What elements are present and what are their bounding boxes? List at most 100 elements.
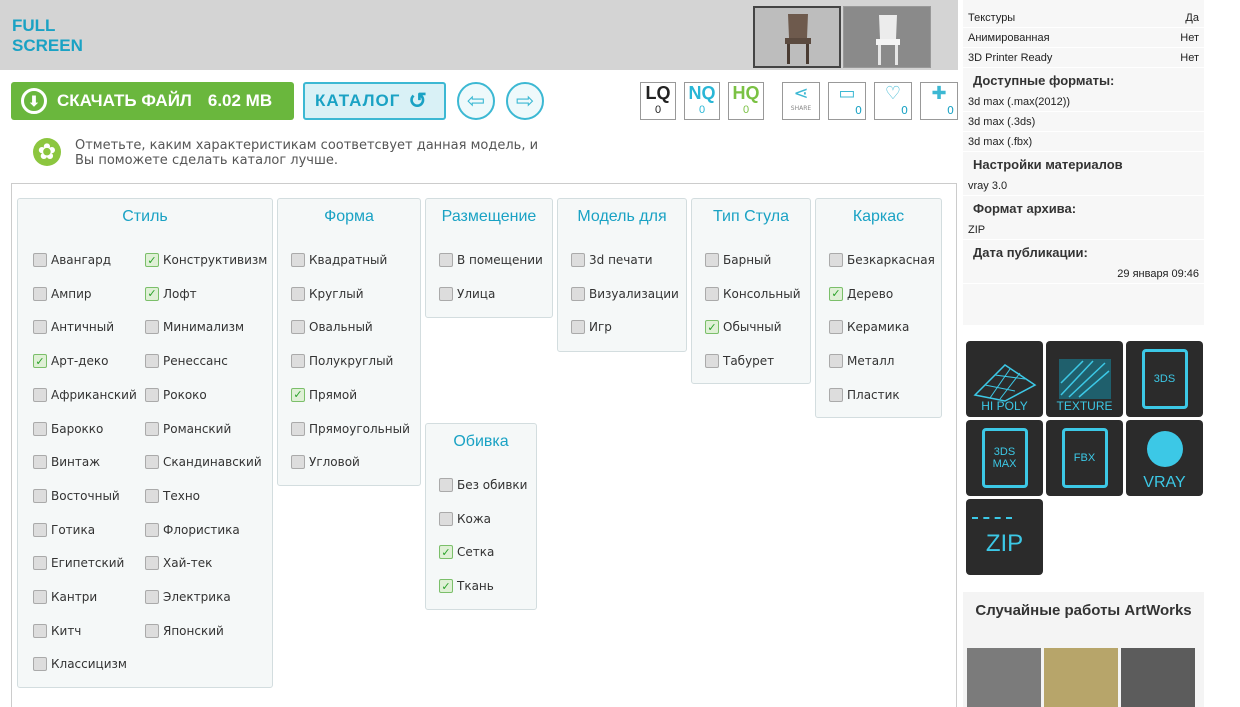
checked-box-icon[interactable]: ✓ — [705, 320, 719, 335]
checkbox-option[interactable]: Африканский — [33, 387, 137, 402]
checkbox-option[interactable]: Техно — [145, 488, 200, 503]
checkbox-option[interactable]: ✓ Дерево — [829, 286, 893, 301]
checkbox-option[interactable]: ✓ Конструктивизм — [145, 253, 267, 267]
checkbox-option[interactable]: 3d печати — [571, 253, 653, 267]
checkbox-icon[interactable] — [33, 253, 47, 267]
checkbox-option[interactable]: Минимализм — [145, 320, 244, 335]
preview-thumbnail-1[interactable] — [753, 6, 841, 68]
checkbox-icon[interactable] — [33, 556, 47, 571]
checkbox-icon[interactable] — [145, 320, 159, 335]
checkbox-option[interactable]: Античный — [33, 320, 114, 335]
checkbox-icon[interactable] — [291, 421, 305, 436]
prev-arrow-button[interactable]: ⇦ — [457, 82, 495, 120]
checkbox-icon[interactable] — [571, 253, 585, 267]
like-button[interactable]: ♡ 0 — [874, 82, 912, 120]
checkbox-option[interactable]: Прямоугольный — [291, 421, 410, 436]
checkbox-option[interactable]: ✓ Сетка — [439, 545, 494, 560]
checkbox-icon[interactable] — [33, 623, 47, 638]
checkbox-option[interactable]: ✓ Обычный — [705, 320, 782, 335]
checkbox-option[interactable]: Керамика — [829, 320, 909, 335]
checkbox-icon[interactable] — [145, 354, 159, 369]
checkbox-option[interactable]: Улица — [439, 286, 495, 301]
checkbox-icon[interactable] — [291, 253, 305, 267]
checkbox-option[interactable]: Безкаркасная — [829, 253, 935, 267]
checkbox-option[interactable]: Игр — [571, 320, 612, 335]
checkbox-icon[interactable] — [829, 320, 843, 335]
checkbox-option[interactable]: Готика — [33, 522, 95, 537]
checkbox-icon[interactable] — [145, 623, 159, 638]
checkbox-icon[interactable] — [439, 253, 453, 267]
checkbox-option[interactable]: Китч — [33, 623, 81, 638]
checkbox-icon[interactable] — [291, 320, 305, 335]
artwork-thumbnail[interactable] — [1044, 648, 1118, 707]
checkbox-icon[interactable] — [145, 590, 159, 604]
checkbox-option[interactable]: Кантри — [33, 590, 97, 604]
checkbox-icon[interactable] — [829, 253, 843, 267]
checkbox-icon[interactable] — [439, 478, 453, 492]
checkbox-option[interactable]: Круглый — [291, 286, 364, 301]
checkbox-icon[interactable] — [145, 522, 159, 537]
checkbox-icon[interactable] — [33, 590, 47, 604]
checkbox-icon[interactable] — [145, 455, 159, 470]
quality-hq-button[interactable]: HQ 0 — [728, 82, 764, 120]
checkbox-option[interactable]: Электрика — [145, 590, 231, 604]
checkbox-option[interactable]: Барный — [705, 253, 771, 267]
checkbox-option[interactable]: Флористика — [145, 522, 240, 537]
checkbox-icon[interactable] — [439, 286, 453, 301]
checkbox-option[interactable]: Японский — [145, 623, 224, 638]
checkbox-icon[interactable] — [145, 488, 159, 503]
checkbox-option[interactable]: Романский — [145, 421, 231, 436]
checkbox-icon[interactable] — [33, 522, 47, 537]
checkbox-option[interactable]: ✓ Ткань — [439, 579, 494, 594]
checkbox-option[interactable]: В помещении — [439, 253, 543, 267]
checkbox-option[interactable]: Кожа — [439, 511, 491, 526]
checkbox-icon[interactable] — [291, 354, 305, 369]
checkbox-option[interactable]: Ренессанс — [145, 354, 228, 369]
checkbox-option[interactable]: Без обивки — [439, 478, 527, 492]
checkbox-option[interactable]: Табурет — [705, 354, 774, 369]
checkbox-icon[interactable] — [33, 421, 47, 436]
checkbox-option[interactable]: ✓ Лофт — [145, 286, 197, 301]
checkbox-icon[interactable] — [33, 387, 47, 402]
checkbox-icon[interactable] — [33, 488, 47, 503]
quality-lq-button[interactable]: LQ 0 — [640, 82, 676, 120]
checked-box-icon[interactable]: ✓ — [439, 579, 453, 594]
checkbox-option[interactable]: Хай-тек — [145, 556, 212, 571]
quality-nq-button[interactable]: NQ 0 — [684, 82, 720, 120]
checkbox-option[interactable]: Восточный — [33, 488, 120, 503]
add-button[interactable]: ✚ 0 — [920, 82, 958, 120]
next-arrow-button[interactable]: ⇨ — [506, 82, 544, 120]
preview-thumbnail-2[interactable] — [843, 6, 931, 68]
artwork-thumbnail[interactable] — [967, 648, 1041, 707]
checkbox-option[interactable]: Винтаж — [33, 455, 100, 470]
checkbox-option[interactable]: Полукруглый — [291, 354, 393, 369]
checkbox-icon[interactable] — [705, 253, 719, 267]
checked-box-icon[interactable]: ✓ — [33, 354, 47, 369]
download-button[interactable]: ⬇ СКАЧАТЬ ФАЙЛ 6.02 MB — [11, 82, 294, 120]
checkbox-option[interactable]: Барокко — [33, 421, 103, 436]
checkbox-icon[interactable] — [571, 320, 585, 335]
checked-box-icon[interactable]: ✓ — [291, 387, 305, 402]
checkbox-option[interactable]: Скандинавский — [145, 455, 262, 470]
checkbox-option[interactable]: Египетский — [33, 556, 124, 571]
checkbox-option[interactable]: Классицизм — [33, 657, 127, 672]
checkbox-icon[interactable] — [705, 286, 719, 301]
share-button[interactable]: ⋖ SHARE — [782, 82, 820, 120]
checkbox-option[interactable]: ✓ Арт-деко — [33, 354, 108, 369]
artwork-thumbnail[interactable] — [1121, 648, 1195, 707]
catalog-button[interactable]: КАТАЛОГ ↺ — [303, 82, 446, 120]
checkbox-option[interactable]: Консольный — [705, 286, 801, 301]
checkbox-option[interactable]: Квадратный — [291, 253, 387, 267]
checkbox-icon[interactable] — [33, 657, 47, 672]
checkbox-option[interactable]: Металл — [829, 354, 894, 369]
checkbox-icon[interactable] — [291, 455, 305, 470]
checkbox-icon[interactable] — [145, 387, 159, 402]
checkbox-icon[interactable] — [571, 286, 585, 301]
checkbox-icon[interactable] — [829, 354, 843, 369]
checkbox-icon[interactable] — [439, 511, 453, 526]
checkbox-icon[interactable] — [145, 421, 159, 436]
checkbox-icon[interactable] — [705, 354, 719, 369]
checked-box-icon[interactable]: ✓ — [829, 286, 843, 301]
checkbox-icon[interactable] — [145, 556, 159, 571]
checkbox-icon[interactable] — [33, 455, 47, 470]
